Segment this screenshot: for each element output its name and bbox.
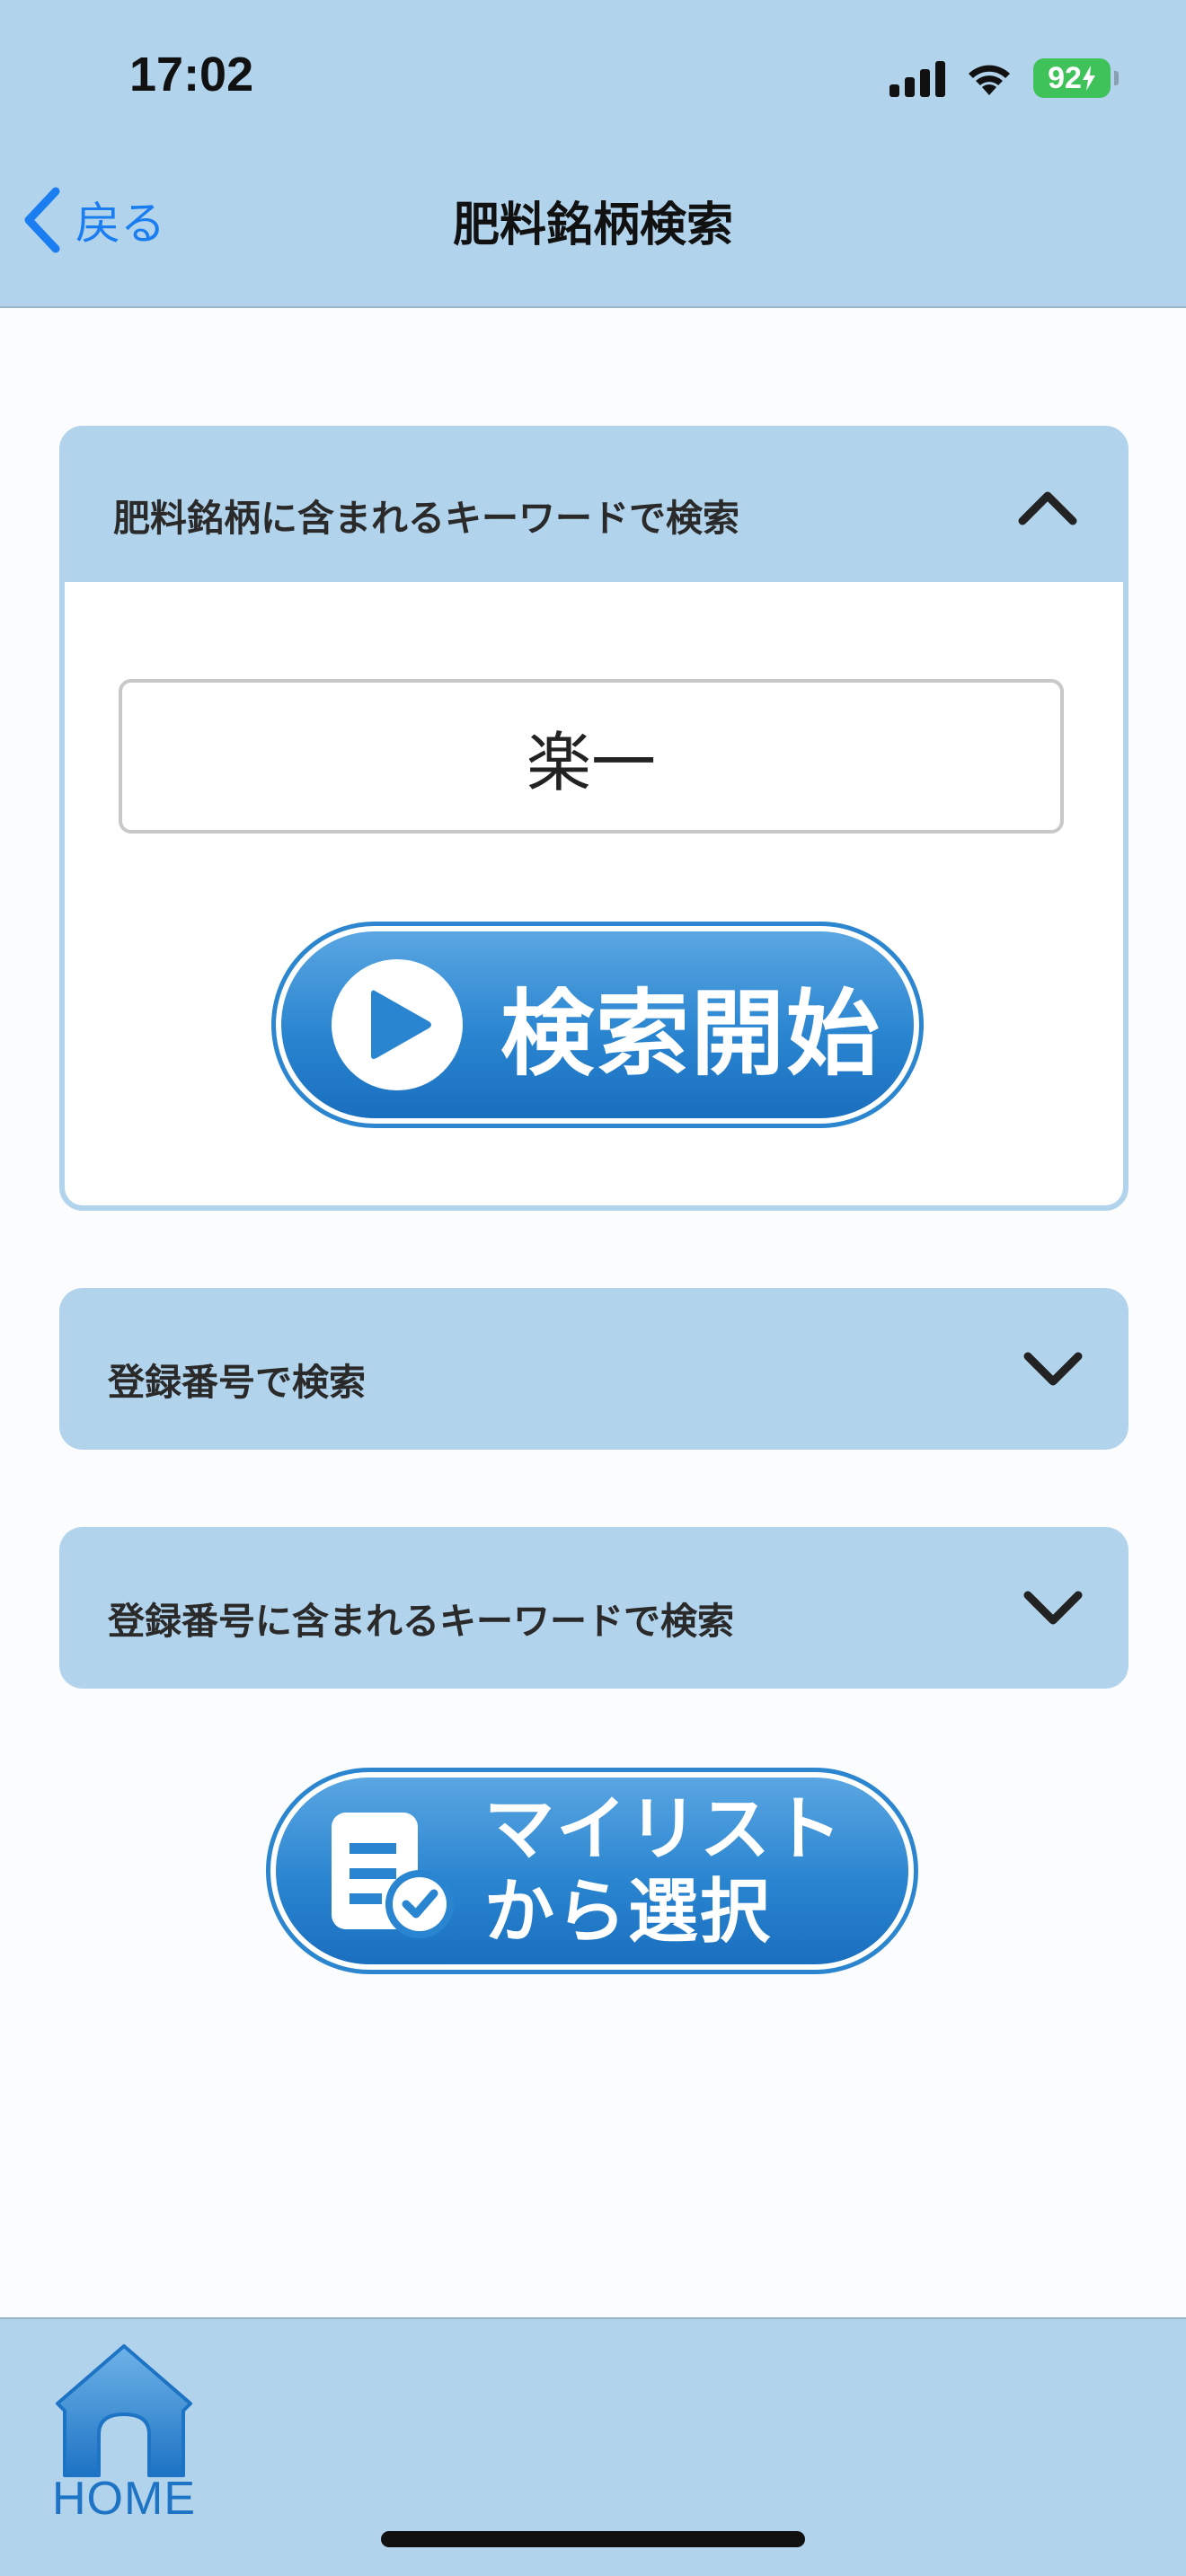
keyword-search-panel-header[interactable]: 肥料銘柄に含まれるキーワードで検索	[65, 431, 1123, 582]
mylist-label-line2: から選択	[484, 1872, 773, 1953]
registration-keyword-panel-header[interactable]: 登録番号に含まれるキーワードで検索	[59, 1527, 1128, 1689]
start-search-button[interactable]: 検索開始	[271, 922, 924, 1128]
status-time: 17:02	[129, 48, 254, 101]
top-bar: 17:02 92 戻る 肥料銘柄検索	[0, 0, 1186, 308]
home-indicator	[381, 2531, 805, 2547]
panel-title: 登録番号に含まれるキーワードで検索	[108, 1600, 734, 1643]
keyword-search-panel: 肥料銘柄に含まれるキーワードで検索 検索開始	[59, 426, 1128, 1211]
battery-level: 92	[1048, 60, 1082, 95]
panel-title: 登録番号で検索	[108, 1361, 366, 1404]
charging-bolt-icon	[1082, 66, 1095, 91]
wifi-icon	[969, 65, 1010, 95]
mylist-label: マイリスト から選択	[484, 1788, 844, 1954]
chevron-up-icon	[1018, 491, 1077, 525]
panel-title: 肥料銘柄に含まれるキーワードで検索	[113, 497, 739, 540]
home-label: HOME	[52, 2473, 196, 2525]
registration-number-panel-header[interactable]: 登録番号で検索	[59, 1288, 1128, 1450]
registration-keyword-panel[interactable]: 登録番号に含まれるキーワードで検索	[59, 1527, 1128, 1689]
chevron-down-icon	[1023, 1591, 1083, 1625]
select-from-mylist-button[interactable]: マイリスト から選択	[266, 1768, 918, 1974]
play-icon	[332, 959, 463, 1090]
keyword-search-panel-body: 検索開始	[65, 582, 1123, 1205]
home-button[interactable]: HOME	[50, 2341, 198, 2525]
page-title: 肥料銘柄検索	[452, 198, 733, 252]
chevron-down-icon	[1023, 1352, 1083, 1386]
home-icon	[56, 2344, 192, 2477]
mylist-label-line1: マイリスト	[484, 1789, 845, 1870]
battery-icon: 92	[1033, 58, 1119, 98]
status-icons: 92	[890, 56, 1119, 101]
start-search-label: 検索開始	[500, 978, 882, 1089]
keyword-input[interactable]	[119, 679, 1064, 834]
registration-number-panel[interactable]: 登録番号で検索	[59, 1288, 1128, 1450]
cellular-signal-icon	[890, 59, 945, 97]
checklist-icon	[332, 1813, 454, 1938]
